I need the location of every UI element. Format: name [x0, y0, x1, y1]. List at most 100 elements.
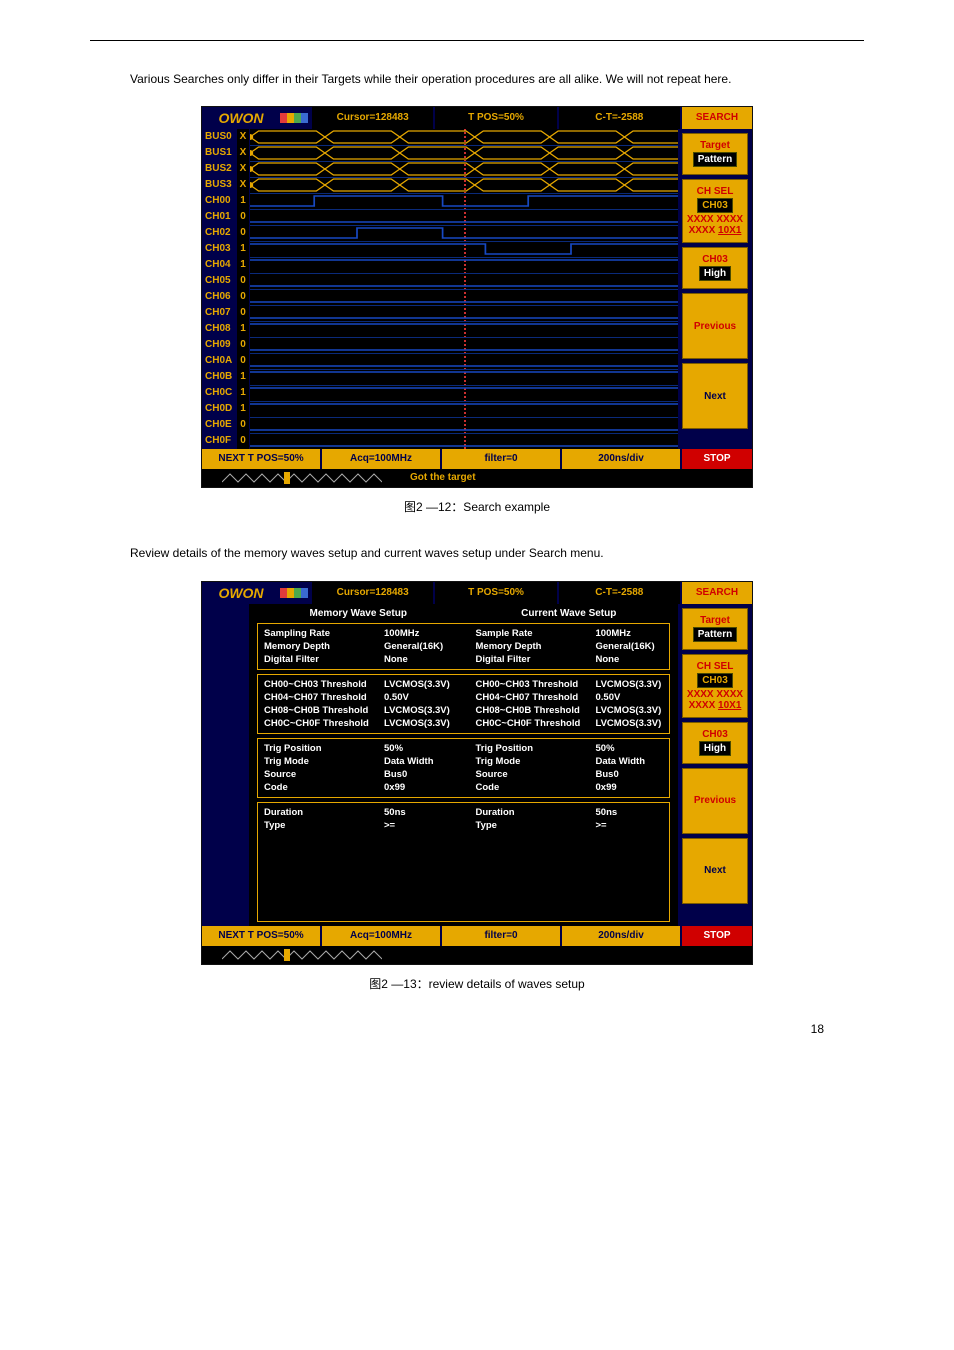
channel-label: CH05: [202, 273, 237, 289]
tpos-readout: T POS=50%: [433, 107, 556, 129]
channel-value: 0: [237, 433, 249, 449]
chsel-value-chip: CH03: [697, 198, 733, 213]
target-value-chip: Pattern: [693, 627, 737, 642]
setup-kv: SourceBus0: [476, 769, 664, 780]
mini-waveform-icon: [202, 469, 402, 487]
setup-box-trigger: Trig Position50% Trig Position50% Trig Mod…: [257, 738, 670, 798]
channel-label: CH06: [202, 289, 237, 305]
current-wave-title: Current Wave Setup: [464, 606, 675, 621]
setup-kv: Code0x99: [476, 782, 664, 793]
waveform-row: [250, 162, 678, 176]
pattern-line1: XXXX XXXX: [685, 689, 745, 700]
stop-button[interactable]: STOP: [680, 926, 752, 946]
waveform-row: [250, 418, 678, 432]
channel-label: CH01: [202, 209, 237, 225]
waveform-row: [250, 338, 678, 352]
channel-value: 0: [237, 305, 249, 321]
channel-value: 1: [237, 369, 249, 385]
waveform-row: [250, 322, 678, 336]
waveform-row: [250, 258, 678, 272]
target-panel[interactable]: Target Pattern: [682, 133, 748, 175]
target-label: Target: [685, 615, 745, 626]
setup-kv: Trig Position50%: [476, 743, 664, 754]
previous-button[interactable]: Previous: [682, 768, 748, 834]
channel-label: CH02: [202, 225, 237, 241]
search-mode-button[interactable]: SEARCH: [680, 107, 752, 129]
target-panel[interactable]: Target Pattern: [682, 608, 748, 650]
channel-label: CH00: [202, 193, 237, 209]
side-menu: Target Pattern CH SEL CH03 XXXX XXXX XXX…: [678, 604, 752, 926]
next-button[interactable]: Next: [682, 363, 748, 429]
tpos-readout: T POS=50%: [433, 582, 556, 604]
overview-bar: Got the target: [202, 469, 752, 487]
setup-kv: Trig ModeData Width: [476, 756, 664, 767]
setup-kv: SourceBus0: [264, 769, 452, 780]
status-bar: NEXT T POS=50% Acq=100MHz filter=0 200ns…: [202, 449, 752, 469]
waveform-row: [250, 370, 678, 384]
next-button[interactable]: Next: [682, 838, 748, 904]
overview-bar: [202, 946, 752, 964]
acq-readout: Acq=100MHz: [320, 449, 440, 469]
waveform-row: [250, 242, 678, 256]
setup-kv: Type>=: [264, 820, 452, 831]
acq-readout: Acq=100MHz: [320, 926, 440, 946]
overview-status-text: Got the target: [402, 469, 476, 487]
channel-value: 0: [237, 289, 249, 305]
channel-name: CH03: [685, 254, 745, 265]
brand-logo: OWON: [202, 107, 280, 129]
channel-level-chip: High: [699, 266, 731, 281]
screenshot-search-example: OWON Cursor=128483 T POS=50% C-T=-2588 S…: [201, 106, 753, 488]
target-value-chip: Pattern: [693, 152, 737, 167]
setup-kv: CH08~CH0B ThresholdLVCMOS(3.3V): [264, 705, 452, 716]
setup-box-duration: Duration50nsDuration50nsType>=Type>=: [257, 802, 670, 922]
chsel-panel[interactable]: CH SEL CH03 XXXX XXXX XXXX 10X1: [682, 179, 748, 243]
waveform-row: [250, 290, 678, 304]
channel-level-panel[interactable]: CH03 High: [682, 722, 748, 764]
search-mode-button[interactable]: SEARCH: [680, 582, 752, 604]
setup-box-threshold: CH00~CH03 ThresholdLVCMOS(3.3V)CH00~CH03…: [257, 674, 670, 734]
next-tpos-readout: NEXT T POS=50%: [202, 449, 320, 469]
channel-label: CH0B: [202, 369, 237, 385]
channel-label: CH09: [202, 337, 237, 353]
filter-readout: filter=0: [440, 449, 560, 469]
channel-value: X: [237, 129, 249, 145]
chsel-label: CH SEL: [685, 186, 745, 197]
setup-kv: CH08~CH0B ThresholdLVCMOS(3.3V): [476, 705, 664, 716]
channel-value: X: [237, 145, 249, 161]
setup-kv: Sampling Rate100MHz: [264, 628, 452, 639]
channel-label: CH0E: [202, 417, 237, 433]
chsel-panel[interactable]: CH SEL CH03 XXXX XXXX XXXX 10X1: [682, 654, 748, 718]
channel-value: 0: [237, 273, 249, 289]
waveform-area[interactable]: [249, 129, 678, 449]
channel-label: CH07: [202, 305, 237, 321]
setup-kv: CH00~CH03 ThresholdLVCMOS(3.3V): [476, 679, 664, 690]
previous-button[interactable]: Previous: [682, 293, 748, 359]
setup-kv: Trig ModeData Width: [264, 756, 452, 767]
channel-value: X: [237, 177, 249, 193]
channel-value: 1: [237, 257, 249, 273]
channel-value-column: XXXX1001100010011100: [237, 129, 249, 449]
cursor-readout: Cursor=128483: [310, 582, 433, 604]
channel-label: CH08: [202, 321, 237, 337]
channel-label: BUS0: [202, 129, 237, 145]
waveform-row: [250, 178, 678, 192]
waveform-row: [250, 306, 678, 320]
target-label: Target: [685, 140, 745, 151]
waveform-row: [250, 434, 678, 448]
color-bar-icon: [280, 582, 310, 604]
waveform-row: [250, 210, 678, 224]
channel-value: 0: [237, 209, 249, 225]
channel-label: BUS1: [202, 145, 237, 161]
setup-kv: Trig Position50%: [264, 743, 452, 754]
channel-level-panel[interactable]: CH03 High: [682, 247, 748, 289]
channel-label: CH0A: [202, 353, 237, 369]
channel-value: 0: [237, 337, 249, 353]
waveform-row: [250, 354, 678, 368]
setup-kv: Duration50ns: [476, 807, 664, 818]
waveform-row: [250, 146, 678, 160]
setup-kv: Memory DepthGeneral(16K): [264, 641, 452, 652]
status-bar: NEXT T POS=50% Acq=100MHz filter=0 200ns…: [202, 926, 752, 946]
channel-label: CH04: [202, 257, 237, 273]
stop-button[interactable]: STOP: [680, 449, 752, 469]
screenshot-wave-setup: OWON Cursor=128483 T POS=50% C-T=-2588 S…: [201, 581, 753, 965]
